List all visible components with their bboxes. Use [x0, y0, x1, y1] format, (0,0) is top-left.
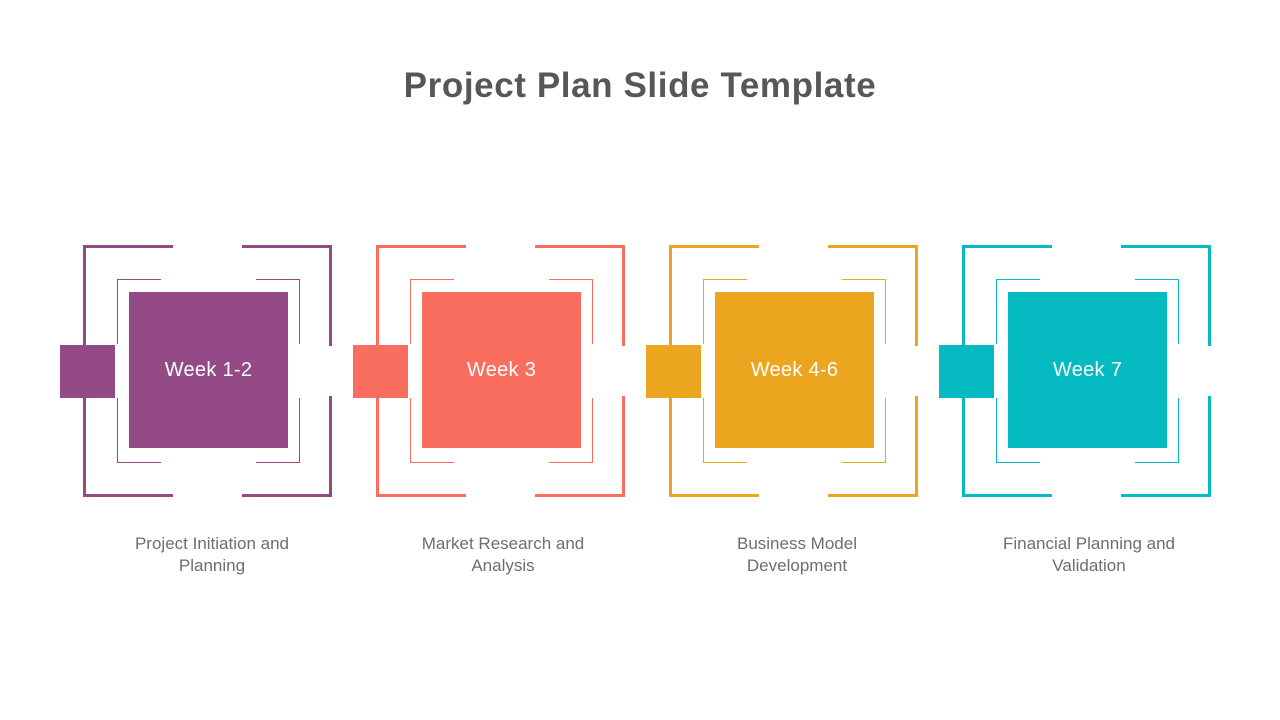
process-step-2[interactable]: Week 3 [353, 245, 625, 497]
step-caption-2: Market Research and Analysis [421, 534, 585, 575]
process-step-1[interactable]: Week 1-2 [60, 245, 332, 497]
step-caption-1: Project Initiation and Planning [134, 534, 290, 575]
step-color-block[interactable]: Week 3 [422, 292, 581, 448]
step-caption-3: Business Model Development [736, 534, 857, 575]
step-week-label: Week 4-6 [750, 358, 839, 381]
slide-canvas: Project Plan Slide Template Week 1-2 Pro… [0, 0, 1280, 720]
process-step-3[interactable]: Week 4-6 [646, 245, 918, 497]
process-timeline: Week 1-2 Project Initiation and Planning… [0, 0, 1280, 720]
connector-tab-square [939, 345, 994, 398]
connector-tab-square [60, 345, 115, 398]
step-caption-4: Financial Planning and Validation [1002, 534, 1175, 575]
step-week-label: Week 3 [466, 358, 537, 381]
step-color-block[interactable]: Week 1-2 [129, 292, 288, 448]
step-week-label: Week 1-2 [164, 358, 253, 381]
step-color-block[interactable]: Week 4-6 [715, 292, 874, 448]
step-week-label: Week 7 [1052, 358, 1123, 381]
connector-tab-square [353, 345, 408, 398]
process-step-4[interactable]: Week 7 [939, 245, 1211, 497]
step-color-block[interactable]: Week 7 [1008, 292, 1167, 448]
connector-tab-square [646, 345, 701, 398]
